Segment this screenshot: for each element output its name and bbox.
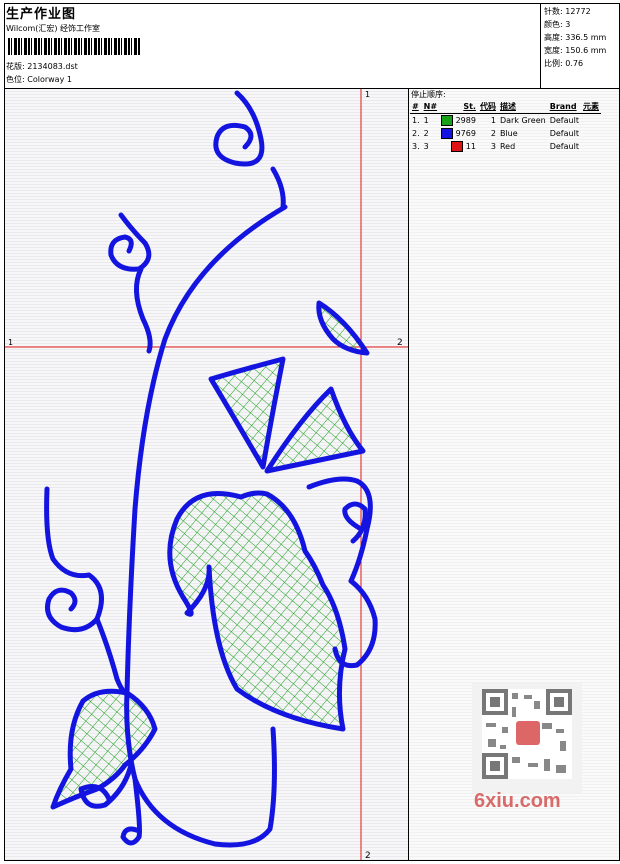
stop-sequence-title: 停止顺序: xyxy=(411,90,446,99)
col-index: # xyxy=(410,100,422,114)
stat-height: 高度: 336.5 mm xyxy=(544,33,607,42)
stat-colors: 颜色: 3 xyxy=(544,20,571,29)
colorway-label: 色位: xyxy=(6,75,25,84)
col-element: 元素 xyxy=(580,100,601,114)
top-curl-stem xyxy=(270,166,286,210)
stat-stitches: 针数: 12772 xyxy=(544,7,591,16)
color-swatch xyxy=(441,128,454,139)
qr-code-icon xyxy=(482,689,572,779)
color-table: # N# St. 代码 描述 Brand 元素 1. 1 2989 1 Dark… xyxy=(410,100,601,153)
col-stitches: St. xyxy=(439,100,478,114)
lower-spiral-stem xyxy=(94,616,128,696)
table-row: 3. 3 11 3 Red Default xyxy=(412,141,579,152)
col-code: 代码 xyxy=(477,100,498,114)
small-leaf xyxy=(316,300,370,356)
design-file: 花版: 2134083.dst xyxy=(6,61,78,72)
studio-name: Wilcom(汇宏) 经饰工作室 xyxy=(6,24,101,33)
table-header-row: # N# St. 代码 描述 Brand 元素 xyxy=(410,100,601,114)
axis-h-start: 1 xyxy=(8,338,13,347)
left-curl-tail xyxy=(134,266,153,354)
watermark-text: 6xiu.com xyxy=(474,790,561,812)
design-value: 2134083.dst xyxy=(27,62,78,71)
large-leaf xyxy=(167,490,348,732)
col-desc: 描述 xyxy=(497,100,548,114)
stat-scale: 比例: 0.76 xyxy=(544,59,584,68)
table-row: 1. 1 2989 1 Dark Green Default xyxy=(412,115,579,126)
axis-v-start: 1 xyxy=(365,90,370,99)
col-needle: N# xyxy=(421,100,440,114)
lower-spiral xyxy=(44,486,104,633)
color-swatch xyxy=(451,141,464,152)
upper-leaf-left xyxy=(208,356,286,470)
table-row: 2. 2 9769 2 Blue Default xyxy=(412,128,579,139)
axis-h-end: 2 xyxy=(397,338,403,348)
top-curl xyxy=(213,90,265,167)
design-label: 花版: xyxy=(6,62,25,71)
colorway: 色位: Colorway 1 xyxy=(6,74,72,85)
design-canvas: 1 2 1 2 xyxy=(4,88,409,861)
page-title: 生产作业图 xyxy=(6,7,77,22)
embroidery-design: 1 2 1 2 xyxy=(5,89,408,861)
col-brand: Brand xyxy=(547,100,581,114)
bottom-curl xyxy=(120,776,142,846)
color-swatch xyxy=(441,115,454,126)
right-curl-upper xyxy=(342,501,368,544)
stat-width: 宽度: 150.6 mm xyxy=(544,46,607,55)
axis-v-end: 2 xyxy=(365,851,371,860)
barcode xyxy=(8,38,140,55)
upper-leaf-right xyxy=(264,386,366,474)
left-curl xyxy=(108,212,152,272)
qr-code-watermark xyxy=(472,683,582,793)
colorway-value: Colorway 1 xyxy=(27,75,72,84)
